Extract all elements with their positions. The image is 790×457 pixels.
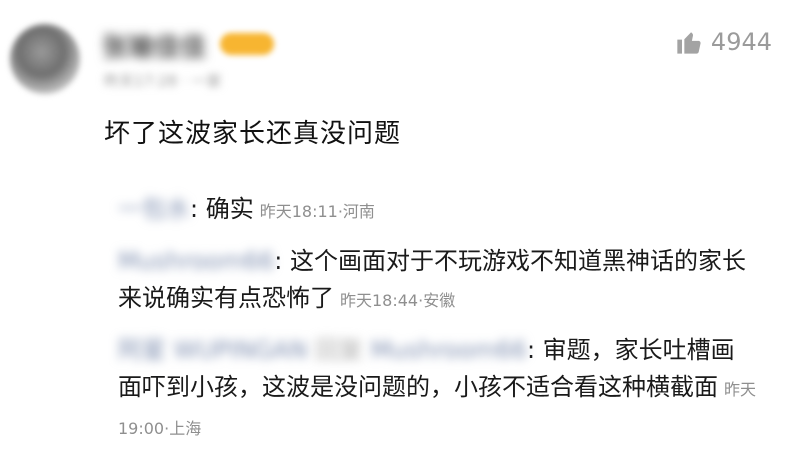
like-count: 4944 — [710, 28, 772, 56]
level-badge — [220, 33, 274, 55]
reply-to-label: 回复 — [315, 336, 364, 364]
reply-item[interactable]: 一包水: 确实 昨天18:11·河南 — [118, 191, 758, 230]
reply-time: 昨天18:11·河南 — [259, 202, 375, 221]
reply-target[interactable]: Mushroom66 — [371, 332, 527, 369]
like-button[interactable]: 4944 — [675, 28, 772, 56]
user-avatar[interactable] — [10, 24, 80, 94]
comment-text: 坏了这波家长还真没问题 — [104, 119, 402, 149]
reply-author[interactable]: Mushroom66 — [118, 243, 274, 280]
reply-author[interactable]: 一包水 — [118, 191, 190, 228]
reply-item[interactable]: Mushroom66: 这个画面对于不玩游戏不知道黑神话的家长来说确实有点恐怖了… — [118, 243, 758, 319]
comment-author[interactable]: 张瑜佳佳 — [102, 27, 206, 64]
reply-author[interactable]: 阿星 WUPINGAN — [118, 332, 307, 369]
comment-meta: 昨天17:28 · 一家 — [104, 72, 222, 90]
reply-time: 昨天18:44·安徽 — [340, 291, 456, 310]
reply-item[interactable]: 阿星 WUPINGAN 回复 Mushroom66: 审题，家长吐槽画面吓到小孩… — [118, 332, 758, 447]
reply-text: : 确实 — [190, 195, 254, 223]
thumbs-up-icon — [677, 32, 701, 54]
